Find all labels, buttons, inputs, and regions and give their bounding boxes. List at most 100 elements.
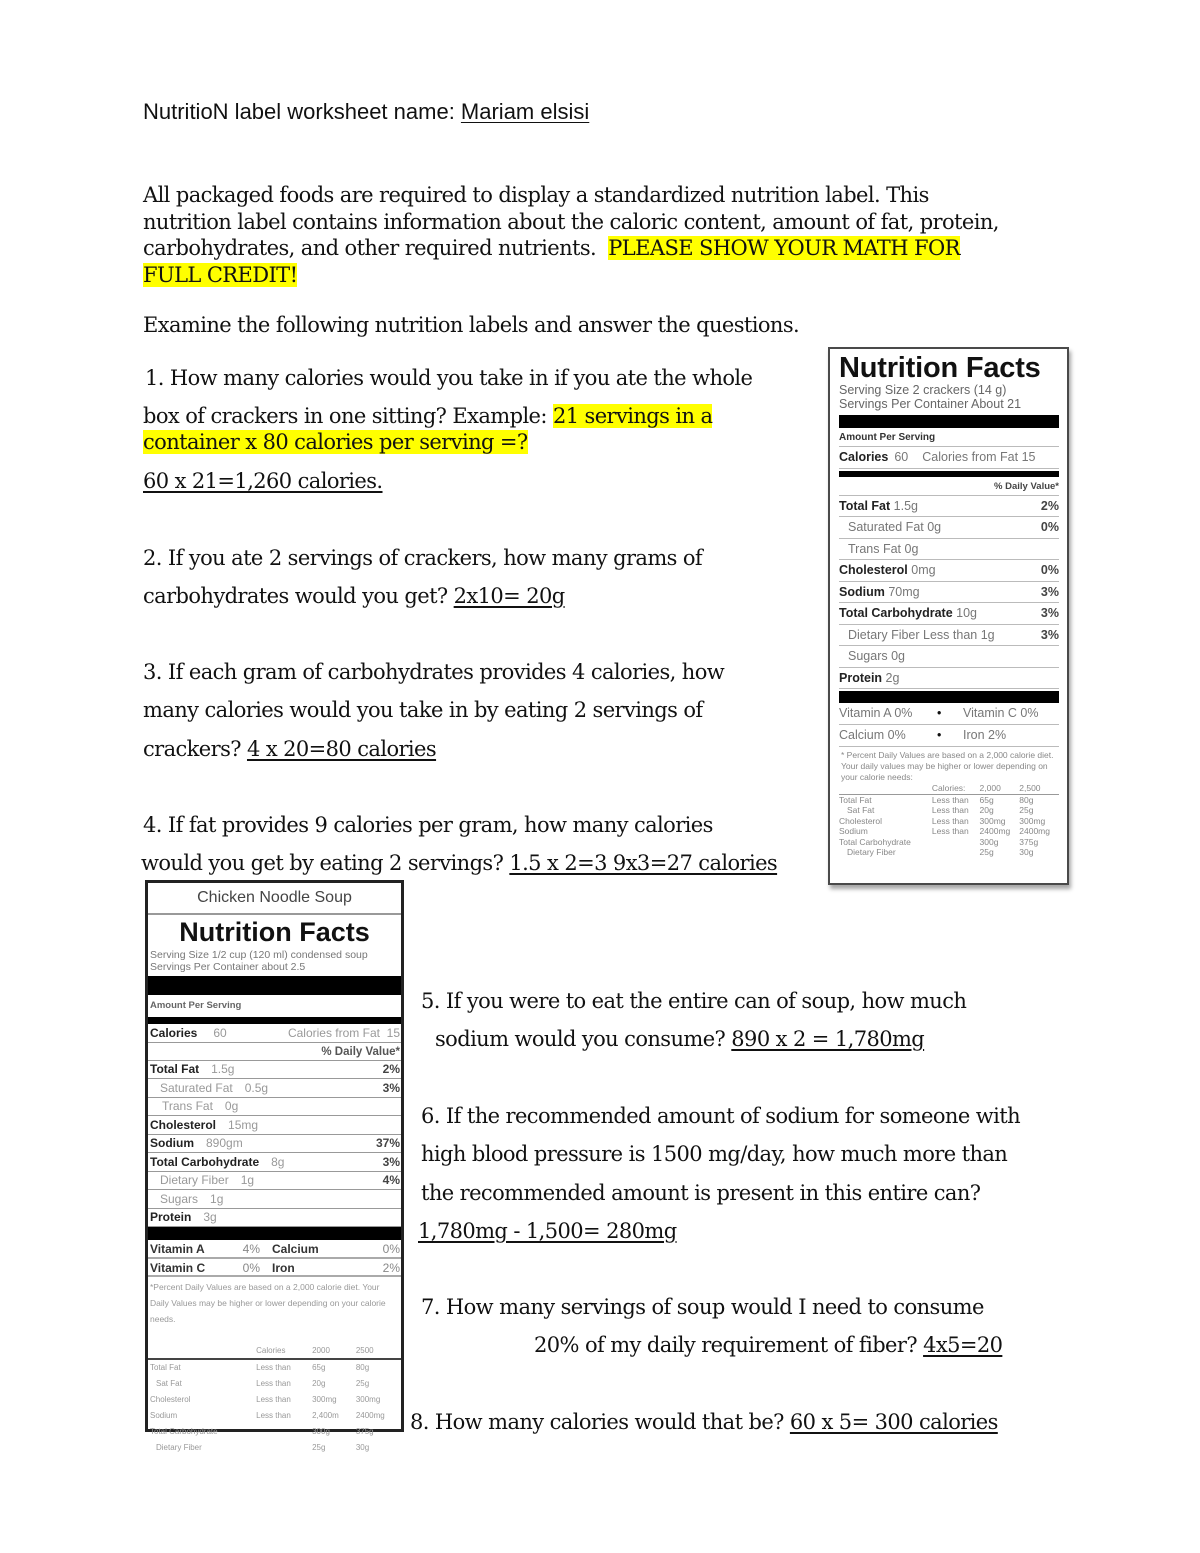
bullet: • — [937, 706, 942, 720]
question-text: If you ate 2 servings of crackers, how m… — [167, 546, 703, 570]
nutrient-name: Sodium 890gm — [150, 1136, 243, 1150]
calories-from-fat: Calories from Fat 15 — [922, 450, 1036, 465]
daily-values-row: Total Fat Less than 65g 80g — [148, 1359, 401, 1375]
nutrient-label: Cholesterol — [839, 563, 908, 578]
table-cell — [932, 837, 980, 848]
answer-text: 60 x 5= 300 calories — [789, 1410, 999, 1434]
divider-bar — [839, 415, 1059, 428]
nutrient-daily-value: 0% — [1040, 520, 1059, 535]
nutrient-name: Cholesterol 15mg — [150, 1118, 258, 1132]
answer-1: 60 x 21=1,260 calories. — [143, 469, 383, 493]
nutrient-row: Trans Fat 0g — [839, 539, 1059, 560]
intro-line: nutrition label contains information abo… — [143, 209, 999, 234]
table-header-cell: 2,500 — [1019, 783, 1059, 795]
question-3-line3: crackers? 4 x 20=80 calories — [143, 737, 437, 761]
example-highlight: 21 servings in a — [552, 404, 713, 428]
nutrient-name: Sugars 1g — [160, 1192, 223, 1206]
question-1: 1. How many calories would you take in i… — [145, 366, 753, 390]
nutrient-name: Saturated Fat 0.5g — [160, 1081, 268, 1095]
vitamin-row: Vitamin C 0% Iron 2% — [148, 1259, 401, 1277]
intro-highlight: PLEASE SHOW YOUR MATH FOR — [608, 236, 960, 260]
table-cell: 375g — [1019, 836, 1039, 847]
question-number: 8. — [410, 1410, 429, 1434]
nutrient-row: Total Carbohydrate 8g 3% — [148, 1153, 401, 1172]
question-text: box of crackers in one sitting? Example: — [143, 404, 553, 428]
nutrient-daily-value: 2% — [1040, 498, 1059, 513]
label-title: Nutrition Facts — [839, 352, 1041, 384]
question-text: If each gram of carbohydrates provides 4… — [167, 660, 725, 684]
nutrient-amount: 0mg — [911, 563, 936, 578]
nutrient-row: Sodium 70mg 3% — [839, 582, 1059, 603]
question-5-line2: sodium would you consume? 890 x 2 = 1,78… — [435, 1027, 925, 1051]
table-cell: 80g — [355, 1363, 370, 1372]
worksheet-header: NutritioN label worksheet name: Mariam e… — [143, 99, 589, 125]
nutrient-amount: 1g — [210, 1191, 224, 1206]
nutrient-amount: 1.5g — [211, 1062, 235, 1077]
table-cell: 65g — [312, 1363, 326, 1372]
table-cell: Less than — [256, 1394, 291, 1404]
intro-paragraph: All packaged foods are required to displ… — [143, 182, 999, 288]
nutrient-daily-value: 3% — [1040, 606, 1059, 621]
question-text: sodium would you consume? — [435, 1027, 732, 1051]
amount-per-serving: Amount Per Serving — [150, 1000, 242, 1011]
table-cell: 2400mg — [1019, 826, 1050, 836]
question-1-line2: box of crackers in one sitting? Example:… — [143, 404, 713, 428]
question-4-line2: would you get by eating 2 servings? 1.5 … — [141, 851, 778, 875]
table-cell: 65g — [979, 794, 994, 805]
question-number: 7. — [421, 1295, 440, 1319]
daily-values-row: Total Carbohydrate 300g 375g — [148, 1423, 401, 1439]
divider-bar — [839, 691, 1059, 703]
table-cell: 25g — [1019, 805, 1034, 815]
table-cell: Cholesterol — [150, 1394, 191, 1404]
nutrient-daily-value: 0% — [1040, 563, 1059, 578]
daily-values-row: Sodium Less than 2,400m 2400mg — [148, 1407, 401, 1423]
nutrient-row: Dietary Fiber Less than 1g 3% — [839, 625, 1059, 646]
daily-values-row: Sat Fat Less than 20g 25g — [839, 805, 1059, 816]
divider-bar — [148, 976, 401, 995]
question-text: If fat provides 9 calories per gram, how… — [167, 813, 713, 837]
calories-label: Calories — [839, 450, 889, 465]
nutrient-amount: 0g — [891, 649, 905, 664]
example-highlight: container x 80 calories per serving =? — [143, 430, 528, 454]
vitamin-label: Vitamin A — [150, 1242, 205, 1256]
nutrient-amount: Less than 1g — [923, 627, 995, 642]
nutrient-label: Saturated Fat — [848, 520, 924, 535]
mineral-pct: 0% — [382, 1242, 400, 1256]
question-text: crackers? — [143, 737, 247, 761]
question-number: 2. — [143, 546, 162, 570]
nutrient-label: Cholesterol — [150, 1117, 217, 1132]
nutrient-amount: 1.5g — [893, 498, 918, 513]
instruction: Examine the following nutrition labels a… — [143, 313, 800, 337]
table-cell: Total Carbohydrate — [839, 836, 911, 847]
nutrient-row: Sodium 890gm 37% — [148, 1135, 401, 1153]
question-text: How many calories would that be? — [434, 1410, 790, 1434]
table-cell: 300mg — [312, 1394, 337, 1404]
nutrient-label: Sodium — [150, 1136, 194, 1151]
nutrient-row: Total Fat 1.5g 2% — [839, 496, 1059, 517]
answer-text: 4x5=20 — [923, 1333, 1003, 1357]
nutrient-label: Total Fat — [150, 1062, 200, 1077]
servings-per-container: Servings Per Container about 2.5 — [150, 961, 306, 973]
calories-label: Calories — [150, 1025, 198, 1040]
question-8: 8. How many calories would that be? 60 x… — [410, 1410, 998, 1434]
table-header-cell: Calories — [254, 1343, 311, 1360]
table-cell: Cholesterol — [839, 815, 882, 826]
table-cell: 300mg — [355, 1394, 381, 1404]
table-cell: 375g — [355, 1426, 374, 1436]
daily-values-row: Sat Fat Less than 20g 25g — [148, 1375, 401, 1391]
question-text: carbohydrates would you get? — [143, 584, 454, 608]
nutrient-row: Saturated Fat 0.5g 3% — [148, 1079, 401, 1098]
footnote: * Percent Daily Values are based on a 2,… — [841, 750, 1054, 782]
nutrient-amount: 0g — [904, 541, 919, 556]
table-cell: 2,400m — [312, 1410, 339, 1420]
daily-values-table: Calories: 2,000 2,500 Total Fat Less than 65g… — [839, 783, 1059, 858]
vitamin-pct: 0% — [242, 1260, 260, 1275]
nutrient-row: Protein 2g — [839, 668, 1059, 689]
nutrient-label: Sugars — [848, 649, 888, 664]
nutrient-daily-value: 3% — [1040, 627, 1059, 642]
nutrient-row: Cholesterol 15mg — [148, 1116, 401, 1135]
table-cell: 25g — [355, 1378, 370, 1388]
divider-bar — [839, 470, 1059, 477]
nutrient-label: Protein — [839, 670, 883, 685]
calories-from-fat: Calories from Fat 15 — [287, 1025, 400, 1040]
